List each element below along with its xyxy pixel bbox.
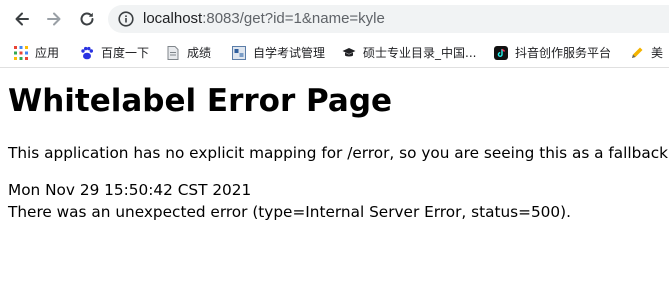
- url-text[interactable]: localhost:8083/get?id=1&name=kyle: [143, 5, 385, 33]
- reload-button[interactable]: [75, 7, 99, 31]
- baidu-paw-icon: [81, 46, 93, 59]
- error-detail: There was an unexpected error (type=Inte…: [8, 203, 571, 221]
- url-path: :8083/get?id=1&name=kyle: [202, 10, 385, 27]
- bookmarks-bar: 应用 百度一下 成绩 自学考试管理 硕士专业目录_中国... 抖音创作服务平台 …: [0, 38, 669, 68]
- bookmark-baidu[interactable]: 百度一下: [80, 38, 149, 67]
- bookmark-label: 硕士专业目录_中国...: [363, 46, 477, 60]
- error-timestamp: Mon Nov 29 15:50:42 CST 2021: [8, 181, 252, 199]
- url-host: localhost: [143, 10, 203, 27]
- bookmark-self-study[interactable]: 自学考试管理: [232, 38, 325, 67]
- bookmark-label: 百度一下: [101, 46, 150, 60]
- address-bar[interactable]: localhost:8083/get?id=1&name=kyle: [108, 5, 669, 33]
- arrow-right-icon: [47, 12, 61, 26]
- bookmark-more[interactable]: 美: [630, 38, 663, 67]
- pencil-icon: [632, 47, 643, 58]
- forward-button[interactable]: [42, 7, 66, 31]
- tiktok-icon: [494, 45, 508, 60]
- bookmark-grades[interactable]: 成绩: [166, 38, 211, 67]
- bookmark-label: 美: [651, 46, 664, 60]
- bookmark-label: 应用: [35, 46, 60, 60]
- bookmark-masters-catalog[interactable]: 硕士专业目录_中国...: [342, 38, 476, 67]
- bookmark-label: 自学考试管理: [253, 46, 326, 60]
- arrow-left-icon: [15, 12, 29, 26]
- info-icon[interactable]: [118, 11, 134, 27]
- graduation-cap-icon: [342, 47, 356, 56]
- browser-toolbar: localhost:8083/get?id=1&name=kyle: [0, 0, 669, 38]
- apps-grid-icon: [14, 45, 28, 60]
- page-title: Whitelabel Error Page: [8, 83, 393, 119]
- page-favicon-icon: [232, 45, 246, 60]
- reload-icon: [80, 12, 94, 26]
- document-icon: [167, 45, 179, 60]
- bookmark-label: 成绩: [187, 46, 212, 60]
- error-message: This application has no explicit mapping…: [8, 144, 669, 162]
- back-button[interactable]: [10, 7, 34, 31]
- bookmark-douyin[interactable]: 抖音创作服务平台: [494, 38, 611, 67]
- bookmark-apps[interactable]: 应用: [14, 38, 59, 67]
- bookmark-label: 抖音创作服务平台: [515, 46, 612, 60]
